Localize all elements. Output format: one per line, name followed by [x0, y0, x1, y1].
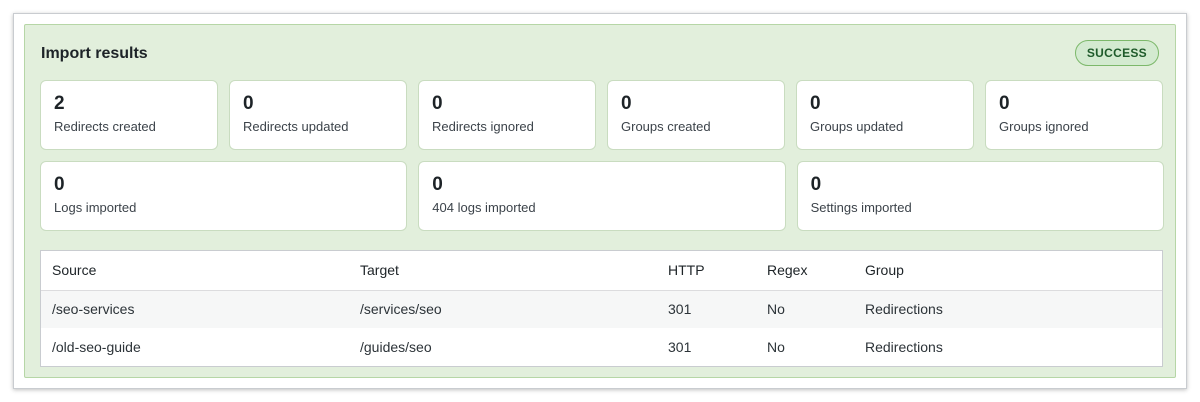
- status-badge: SUCCESS: [1074, 40, 1159, 66]
- stat-value: 0: [243, 93, 254, 114]
- cell-source: /old-seo-guide: [41, 328, 349, 366]
- cell-source: /seo-services: [41, 290, 349, 328]
- stat-label: Groups updated: [810, 119, 904, 134]
- cell-target: /guides/seo: [349, 328, 657, 366]
- table-row: /seo-services /services/seo 301 No Redir…: [41, 290, 1162, 328]
- table-row: /old-seo-guide /guides/seo 301 No Redire…: [41, 328, 1162, 366]
- stat-redirects-ignored: 0 Redirects ignored: [418, 80, 596, 150]
- stat-logs-imported: 0 Logs imported: [40, 161, 408, 231]
- cell-http: 301: [657, 290, 756, 328]
- stat-redirects-created: 2 Redirects created: [40, 80, 218, 150]
- stat-redirects-updated: 0 Redirects updated: [229, 80, 407, 150]
- stat-label: Settings imported: [810, 200, 912, 215]
- stat-value: 0: [810, 93, 821, 114]
- stat-groups-created: 0 Groups created: [607, 80, 785, 150]
- cell-group: Redirections: [854, 290, 1162, 328]
- stats-row-primary: 2 Redirects created 0 Redirects updated …: [40, 80, 1163, 150]
- column-header-group: Group: [854, 251, 1162, 291]
- stat-label: Redirects created: [54, 119, 156, 134]
- stat-value: 0: [621, 93, 632, 114]
- import-results-panel: Import results SUCCESS 2 Redirects creat…: [24, 24, 1176, 378]
- stat-groups-ignored: 0 Groups ignored: [985, 80, 1163, 150]
- import-results-card: Import results SUCCESS 2 Redirects creat…: [13, 13, 1187, 389]
- stat-label: Redirects updated: [243, 119, 349, 134]
- stats-row-secondary: 0 Logs imported 0 404 logs imported 0 Se…: [40, 161, 1164, 231]
- cell-group: Redirections: [854, 328, 1162, 366]
- stat-settings-imported: 0 Settings imported: [796, 161, 1164, 231]
- stat-value: 0: [999, 93, 1010, 114]
- stat-label: 404 logs imported: [432, 200, 536, 215]
- stat-404-logs-imported: 0 404 logs imported: [418, 161, 786, 231]
- panel-title: Import results: [41, 45, 148, 62]
- column-header-target: Target: [349, 251, 657, 291]
- stat-groups-updated: 0 Groups updated: [796, 80, 974, 150]
- stat-label: Logs imported: [54, 200, 137, 215]
- stat-label: Groups created: [621, 119, 711, 134]
- cell-http: 301: [657, 328, 756, 366]
- table-header-row: Source Target HTTP Regex Group: [41, 251, 1162, 291]
- cell-target: /services/seo: [349, 290, 657, 328]
- column-header-regex: Regex: [756, 251, 854, 291]
- stat-label: Groups ignored: [999, 119, 1089, 134]
- cell-regex: No: [756, 328, 854, 366]
- stat-value: 0: [54, 174, 65, 195]
- stat-value: 0: [432, 93, 443, 114]
- imported-redirects-table: Source Target HTTP Regex Group /seo-serv…: [40, 250, 1163, 367]
- stat-value: 0: [810, 174, 822, 195]
- stat-value: 2: [54, 93, 65, 114]
- cell-regex: No: [756, 290, 854, 328]
- stat-label: Redirects ignored: [432, 119, 534, 134]
- column-header-source: Source: [41, 251, 349, 291]
- column-header-http: HTTP: [657, 251, 756, 291]
- stat-value: 0: [432, 174, 443, 195]
